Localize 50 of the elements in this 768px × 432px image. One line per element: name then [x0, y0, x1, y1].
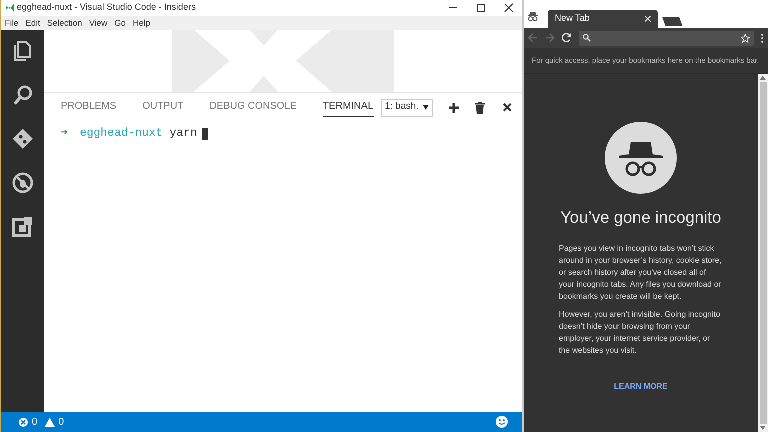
- terminal-prompt: ➜: [61, 126, 68, 142]
- star-icon[interactable]: [741, 34, 750, 42]
- menu-item[interactable]: Help: [132, 16, 150, 30]
- info-paragraph: Pages you view in incognito tabs won’t stick around in your browser’s history, cookie store, or search history after you’ve closed all of your incognito tabs. Any files you download or bookmarks you create will be kept.: [559, 242, 723, 303]
- plus-icon[interactable]: [449, 102, 459, 112]
- new-tab-button[interactable]: [662, 17, 683, 26]
- extensions-icon[interactable]: [12, 216, 34, 238]
- incognito-icon: [605, 122, 677, 194]
- menu-item[interactable]: Selection: [47, 16, 82, 30]
- warning-icon: [44, 418, 55, 426]
- search-icon: [583, 34, 591, 42]
- terminal-cursor: [202, 128, 208, 140]
- error-count[interactable]: 0: [32, 414, 38, 430]
- address-bar[interactable]: [579, 30, 754, 46]
- source-control-icon[interactable]: [12, 128, 34, 150]
- scroll-up-icon[interactable]: [760, 76, 766, 80]
- panel-tab[interactable]: OUTPUT: [142, 98, 184, 116]
- panel-tab[interactable]: PROBLEMS: [61, 98, 117, 116]
- close-icon[interactable]: [503, 103, 512, 112]
- search-icon[interactable]: [12, 84, 34, 106]
- menu-icon[interactable]: [761, 34, 764, 42]
- close-icon[interactable]: [504, 3, 514, 13]
- menu-item[interactable]: File: [5, 16, 19, 30]
- menu-item[interactable]: View: [89, 16, 108, 30]
- terminal-select[interactable]: 1: bash.: [381, 98, 433, 116]
- caret-icon: [423, 105, 429, 110]
- window-title: egghead-nuxt - Visual Studio Code - Insiders: [17, 1, 196, 14]
- error-icon: [19, 418, 28, 426]
- panel-tab[interactable]: TERMINAL: [322, 98, 374, 116]
- menu-item[interactable]: Edit: [26, 16, 40, 30]
- files-icon[interactable]: [12, 40, 34, 62]
- learn-more-link[interactable]: LEARN MORE: [614, 380, 668, 393]
- trash-icon[interactable]: [475, 102, 485, 114]
- scrollbar[interactable]: [758, 74, 768, 432]
- menu-item[interactable]: Go: [114, 16, 126, 30]
- browser-tab[interactable]: New Tab: [548, 10, 658, 28]
- smiley-icon[interactable]: [496, 416, 508, 428]
- incognito-icon: [528, 12, 538, 22]
- incognito-heading: You’ve gone incognito: [560, 208, 722, 229]
- panel-tab[interactable]: DEBUG CONSOLE: [210, 98, 297, 116]
- warning-count[interactable]: 0: [58, 414, 64, 430]
- scroll-down-icon[interactable]: [760, 426, 766, 430]
- maximize-icon[interactable]: [476, 3, 486, 13]
- app-logo-icon: [5, 3, 15, 13]
- info-paragraph: However, you aren’t invisible. Going incognito doesn’t hide your browsing from your employer, your internet service provider, or the websites you visit.: [559, 308, 722, 357]
- scrollbar-thumb[interactable]: [760, 82, 766, 424]
- terminal-directory: egghead-nuxt: [80, 126, 163, 142]
- reload-icon[interactable]: [562, 33, 572, 43]
- terminal-command: yarn: [170, 126, 198, 142]
- no-bug-icon[interactable]: [12, 172, 34, 194]
